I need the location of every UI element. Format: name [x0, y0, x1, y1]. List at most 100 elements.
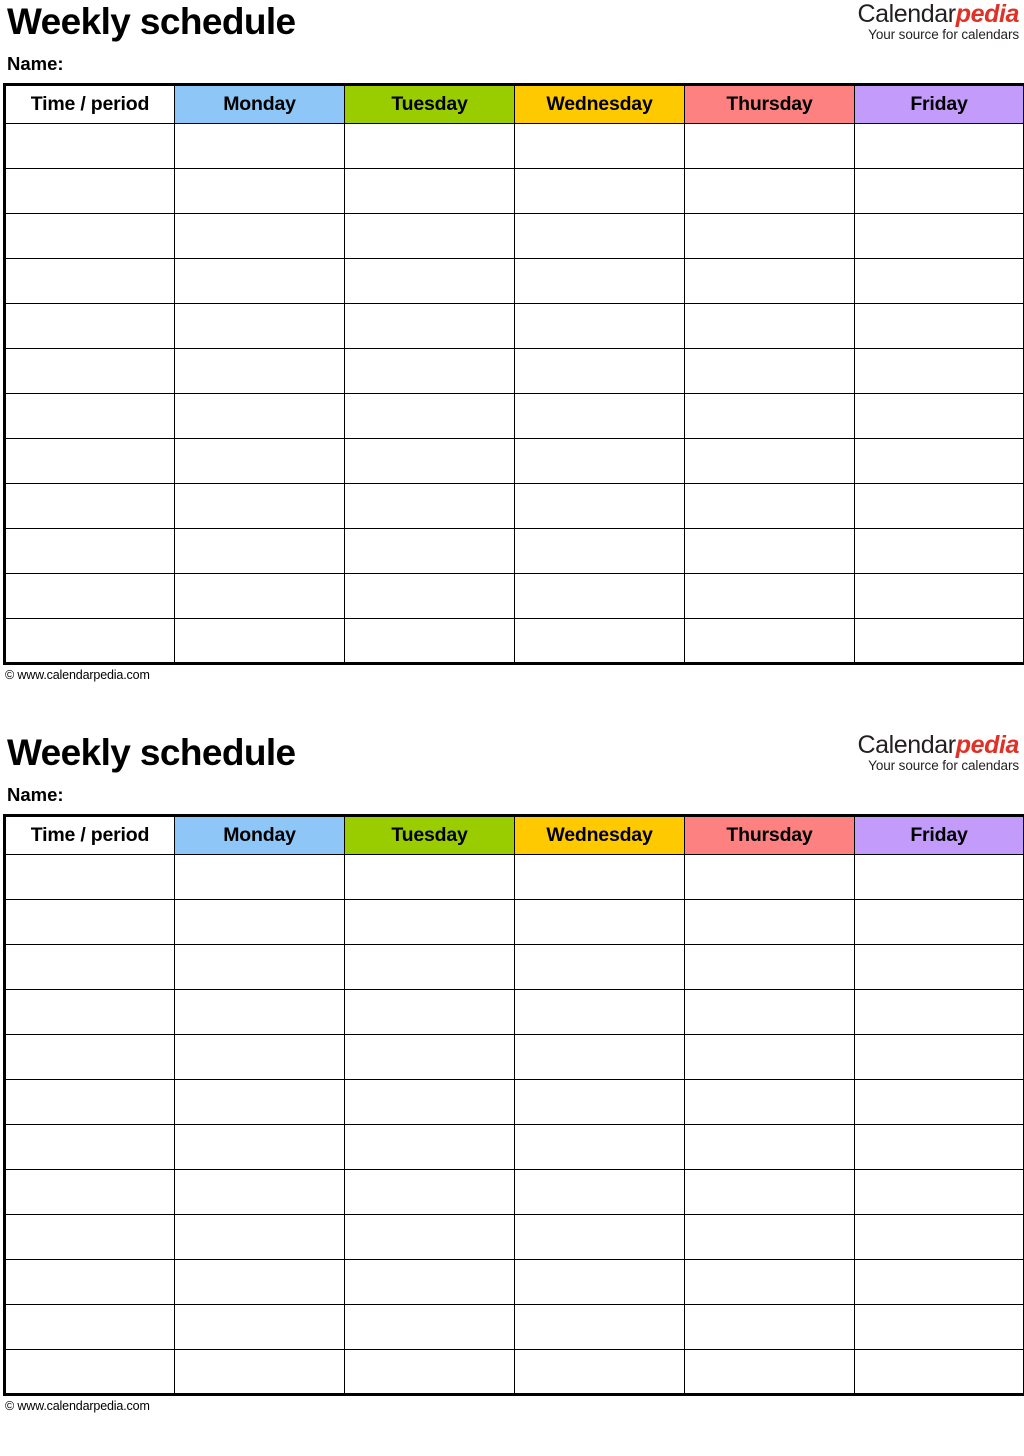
- cell-day[interactable]: [174, 618, 345, 665]
- cell-time[interactable]: [4, 213, 175, 259]
- cell-day[interactable]: [174, 483, 345, 529]
- cell-day[interactable]: [514, 483, 685, 529]
- cell-day[interactable]: [514, 393, 685, 439]
- cell-day[interactable]: [684, 1124, 855, 1170]
- cell-day[interactable]: [344, 944, 515, 990]
- cell-day[interactable]: [684, 123, 855, 169]
- cell-day[interactable]: [684, 899, 855, 945]
- cell-day[interactable]: [684, 258, 855, 304]
- cell-day[interactable]: [174, 258, 345, 304]
- cell-day[interactable]: [174, 1079, 345, 1125]
- cell-day[interactable]: [344, 438, 515, 484]
- cell-day[interactable]: [174, 1304, 345, 1350]
- cell-time[interactable]: [4, 1079, 175, 1125]
- cell-time[interactable]: [4, 1214, 175, 1260]
- cell-day[interactable]: [344, 1349, 515, 1396]
- cell-time[interactable]: [4, 899, 175, 945]
- cell-day[interactable]: [684, 989, 855, 1035]
- cell-day[interactable]: [854, 854, 1024, 900]
- cell-time[interactable]: [4, 393, 175, 439]
- cell-day[interactable]: [514, 1169, 685, 1215]
- cell-day[interactable]: [174, 1349, 345, 1396]
- cell-day[interactable]: [684, 168, 855, 214]
- cell-day[interactable]: [514, 1214, 685, 1260]
- cell-day[interactable]: [344, 1079, 515, 1125]
- cell-day[interactable]: [174, 1169, 345, 1215]
- cell-day[interactable]: [684, 1034, 855, 1080]
- cell-day[interactable]: [174, 438, 345, 484]
- cell-day[interactable]: [514, 168, 685, 214]
- cell-day[interactable]: [514, 618, 685, 665]
- cell-day[interactable]: [684, 528, 855, 574]
- cell-day[interactable]: [174, 213, 345, 259]
- cell-day[interactable]: [684, 438, 855, 484]
- cell-day[interactable]: [174, 1259, 345, 1305]
- cell-day[interactable]: [684, 1349, 855, 1396]
- cell-day[interactable]: [854, 1259, 1024, 1305]
- cell-day[interactable]: [344, 168, 515, 214]
- cell-time[interactable]: [4, 1259, 175, 1305]
- cell-day[interactable]: [344, 1259, 515, 1305]
- cell-time[interactable]: [4, 438, 175, 484]
- cell-day[interactable]: [684, 1214, 855, 1260]
- cell-time[interactable]: [4, 303, 175, 349]
- cell-day[interactable]: [514, 123, 685, 169]
- cell-day[interactable]: [344, 213, 515, 259]
- cell-day[interactable]: [514, 528, 685, 574]
- cell-day[interactable]: [344, 989, 515, 1035]
- cell-day[interactable]: [684, 854, 855, 900]
- cell-day[interactable]: [854, 438, 1024, 484]
- cell-day[interactable]: [854, 393, 1024, 439]
- cell-day[interactable]: [344, 854, 515, 900]
- cell-day[interactable]: [174, 348, 345, 394]
- cell-day[interactable]: [514, 1349, 685, 1396]
- cell-day[interactable]: [174, 899, 345, 945]
- cell-day[interactable]: [344, 618, 515, 665]
- cell-day[interactable]: [854, 483, 1024, 529]
- cell-day[interactable]: [174, 1124, 345, 1170]
- cell-day[interactable]: [514, 854, 685, 900]
- cell-day[interactable]: [854, 573, 1024, 619]
- cell-day[interactable]: [684, 483, 855, 529]
- cell-time[interactable]: [4, 528, 175, 574]
- cell-day[interactable]: [174, 573, 345, 619]
- cell-day[interactable]: [854, 1079, 1024, 1125]
- cell-day[interactable]: [344, 303, 515, 349]
- cell-day[interactable]: [854, 1034, 1024, 1080]
- cell-day[interactable]: [514, 258, 685, 304]
- cell-day[interactable]: [684, 213, 855, 259]
- cell-day[interactable]: [854, 1304, 1024, 1350]
- cell-time[interactable]: [4, 1169, 175, 1215]
- cell-day[interactable]: [174, 528, 345, 574]
- cell-day[interactable]: [854, 303, 1024, 349]
- cell-time[interactable]: [4, 168, 175, 214]
- cell-day[interactable]: [854, 123, 1024, 169]
- cell-time[interactable]: [4, 854, 175, 900]
- cell-day[interactable]: [514, 899, 685, 945]
- cell-day[interactable]: [854, 618, 1024, 665]
- cell-day[interactable]: [514, 1079, 685, 1125]
- cell-day[interactable]: [514, 989, 685, 1035]
- cell-time[interactable]: [4, 1349, 175, 1396]
- cell-day[interactable]: [514, 944, 685, 990]
- cell-day[interactable]: [174, 123, 345, 169]
- cell-day[interactable]: [344, 528, 515, 574]
- cell-day[interactable]: [514, 348, 685, 394]
- cell-day[interactable]: [684, 1079, 855, 1125]
- cell-day[interactable]: [854, 1124, 1024, 1170]
- cell-day[interactable]: [854, 258, 1024, 304]
- cell-day[interactable]: [514, 213, 685, 259]
- cell-time[interactable]: [4, 123, 175, 169]
- cell-day[interactable]: [344, 393, 515, 439]
- cell-day[interactable]: [684, 573, 855, 619]
- cell-time[interactable]: [4, 258, 175, 304]
- cell-day[interactable]: [684, 944, 855, 990]
- cell-day[interactable]: [854, 348, 1024, 394]
- cell-day[interactable]: [684, 618, 855, 665]
- cell-day[interactable]: [174, 168, 345, 214]
- cell-day[interactable]: [854, 528, 1024, 574]
- cell-day[interactable]: [854, 989, 1024, 1035]
- cell-day[interactable]: [344, 899, 515, 945]
- cell-time[interactable]: [4, 573, 175, 619]
- cell-day[interactable]: [854, 213, 1024, 259]
